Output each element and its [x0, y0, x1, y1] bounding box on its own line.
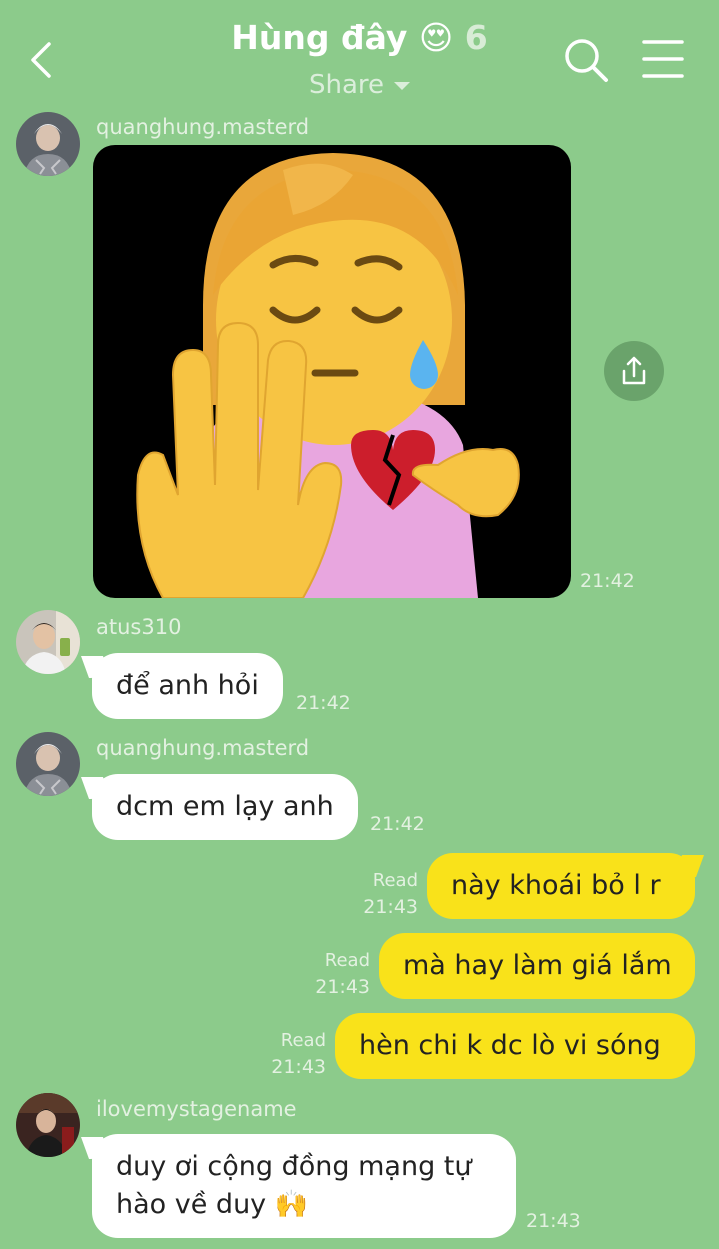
search-icon[interactable] — [562, 36, 610, 84]
chat-header: Hùng đây 😍 6 Share — [0, 0, 719, 108]
member-count: 6 — [464, 18, 488, 57]
read-status: Read — [372, 870, 418, 891]
sender-name: quanghung.masterd — [96, 736, 310, 760]
sender-name: quanghung.masterd — [96, 115, 310, 139]
message-text: này khoái bỏ l r — [451, 870, 661, 901]
message-bubble[interactable]: duy ơi cộng đồng mạng tự hào về duy 🙌 — [92, 1134, 516, 1238]
avatar[interactable] — [16, 610, 80, 674]
avatar[interactable] — [16, 732, 80, 796]
sender-name: atus310 — [96, 615, 182, 639]
message-bubble[interactable]: này khoái bỏ l r — [427, 853, 695, 919]
message-text: hèn chi k dc lò vi sóng — [359, 1030, 661, 1061]
message-time: 21:43 — [526, 1210, 581, 1232]
share-dropdown[interactable]: Share — [0, 70, 719, 100]
read-receipt: Read 21:43 — [340, 867, 418, 921]
read-status: Read — [324, 950, 370, 971]
chevron-down-icon — [394, 81, 411, 90]
message-bubble[interactable]: dcm em lạy anh — [92, 774, 358, 840]
sticker-image[interactable] — [93, 145, 571, 598]
read-receipt: Read 21:43 — [248, 1027, 326, 1081]
chat-title-text: Hùng đây 😍 — [231, 18, 454, 57]
message-time: 21:43 — [363, 896, 418, 918]
chat-title[interactable]: Hùng đây 😍 6 — [0, 18, 719, 57]
message-bubble[interactable]: mà hay làm giá lắm — [379, 933, 695, 999]
share-button[interactable] — [604, 341, 664, 401]
message-time: 21:42 — [370, 813, 425, 835]
message-bubble[interactable]: hèn chi k dc lò vi sóng — [335, 1013, 695, 1079]
message-time: 21:43 — [271, 1056, 326, 1078]
message-text: dcm em lạy anh — [116, 791, 334, 822]
message-text-line-2: hào về duy 🙌 — [116, 1189, 309, 1220]
avatar[interactable] — [16, 112, 80, 176]
message-bubble[interactable]: để anh hỏi — [92, 653, 283, 719]
share-label: Share — [308, 70, 385, 100]
menu-icon[interactable] — [640, 38, 686, 82]
message-time: 21:42 — [580, 570, 635, 592]
sender-name: ilovemystagename — [96, 1097, 297, 1121]
message-text-line-1: duy ơi cộng đồng mạng tự — [116, 1151, 472, 1182]
message-time: 21:42 — [296, 692, 351, 714]
avatar[interactable] — [16, 1093, 80, 1157]
message-text: để anh hỏi — [116, 670, 259, 701]
read-receipt: Read 21:43 — [292, 947, 370, 1001]
message-time: 21:43 — [315, 976, 370, 998]
read-status: Read — [280, 1030, 326, 1051]
message-text: mà hay làm giá lắm — [403, 950, 672, 981]
upload-icon — [622, 356, 646, 385]
